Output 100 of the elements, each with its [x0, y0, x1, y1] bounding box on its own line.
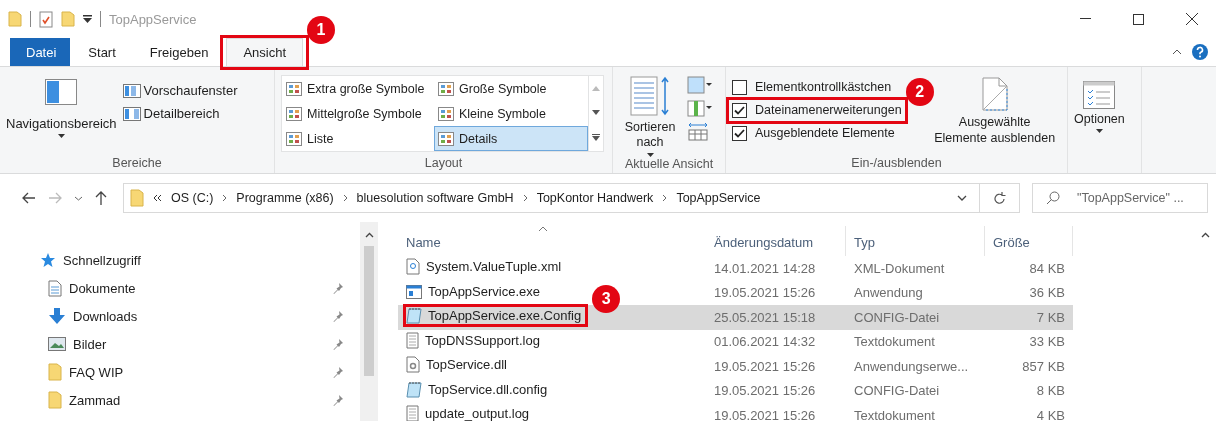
dropdown-icon[interactable]	[957, 195, 967, 201]
fit-columns-icon[interactable]	[687, 121, 709, 141]
pane-toggle[interactable]: Detailbereich	[122, 104, 238, 123]
pin-icon[interactable]	[332, 366, 344, 378]
group-label: Bereiche	[112, 156, 162, 170]
file-name: System.ValueTuple.xml	[426, 259, 562, 275]
navigation-pane-button[interactable]: Navigationsbereich	[6, 71, 117, 138]
number-badge: 1	[307, 16, 335, 44]
view-icon	[438, 106, 454, 121]
file-name: update_output.log	[425, 406, 530, 421]
folder-icon	[48, 391, 62, 409]
sidebar-item[interactable]: Dokumente	[0, 274, 360, 302]
close-icon[interactable]	[1186, 13, 1198, 25]
scroll-down-icon[interactable]	[592, 110, 600, 115]
refresh-button[interactable]	[980, 183, 1020, 213]
column-header[interactable]: Änderungsdatum	[706, 226, 846, 256]
scroll-up-icon[interactable]	[364, 232, 374, 238]
chevron-icon[interactable]	[342, 194, 348, 202]
address-bar[interactable]: OS (C:) Programme (x86) bluesolution software GmbH TopKontor Handwerk TopAppService	[123, 183, 980, 213]
pane-toggle[interactable]: Vorschaufenster	[122, 81, 238, 100]
pin-icon[interactable]	[332, 310, 344, 322]
caret-icon	[1095, 129, 1103, 133]
view-icon	[286, 81, 302, 96]
size-cell-text: 33 KB	[1028, 334, 1066, 350]
group-by-icon[interactable]	[687, 75, 713, 95]
scrollbar[interactable]	[360, 222, 378, 421]
ribbon-tab[interactable]: Datei	[10, 38, 71, 66]
breadcrumb[interactable]: TopKontor Handwerk	[536, 191, 654, 205]
view-icon	[286, 106, 302, 121]
chevron-icon[interactable]	[662, 194, 668, 202]
text-file-icon	[406, 331, 419, 349]
folder-icon	[48, 363, 62, 381]
checkbox-option[interactable]: Ausgeblendete Elemente	[732, 123, 895, 143]
search-field[interactable]: "TopAppService" ...	[1032, 183, 1208, 213]
overflow-icon[interactable]	[153, 194, 162, 202]
chevron-icon[interactable]	[522, 194, 528, 202]
collapse-ribbon-icon[interactable]	[1172, 49, 1182, 55]
size-cell-text: 8 KB	[1035, 383, 1066, 399]
type-cell-text: Textdokument	[853, 334, 936, 350]
help-icon[interactable]	[1192, 44, 1208, 60]
sort-button[interactable]: Sortieren nach	[619, 71, 681, 157]
size-cell-text: 84 KB	[1028, 260, 1066, 276]
recent-locations-icon[interactable]	[74, 195, 83, 201]
pin-icon[interactable]	[332, 394, 344, 406]
date-cell-text: 14.01.2021 14:28	[713, 260, 817, 276]
sidebar-item[interactable]: FAQ WIP	[0, 358, 360, 386]
type-cell-text: Anwendung	[853, 285, 924, 301]
navigation-pane-icon	[45, 79, 78, 105]
checkbox[interactable]	[732, 102, 747, 118]
breadcrumb[interactable]: OS (C:)	[171, 191, 214, 205]
view-icon	[438, 81, 454, 96]
dropdown-icon[interactable]	[83, 15, 92, 23]
size-cell-text: 4 KB	[1035, 407, 1066, 421]
group-label: Layout	[424, 156, 463, 170]
minimize-icon[interactable]	[1080, 18, 1091, 20]
sidebar-item[interactable]: Bilder	[0, 330, 360, 358]
pin-icon[interactable]	[332, 282, 344, 294]
maximize-icon[interactable]	[1133, 13, 1144, 25]
pin-icon[interactable]	[332, 338, 344, 350]
ribbon-tab[interactable]: Freigeben	[133, 38, 225, 66]
layout-option[interactable]: Kleine Symbole	[434, 101, 588, 126]
checkbox[interactable]	[732, 79, 747, 95]
layout-option[interactable]: Details	[434, 126, 588, 151]
gear-file-icon	[406, 356, 420, 374]
search-icon	[1046, 191, 1060, 205]
up-icon[interactable]	[95, 191, 107, 205]
ribbon-tab[interactable]: Start	[72, 38, 132, 66]
sidebar-item[interactable]: Downloads	[0, 302, 360, 330]
file-name: TopService.dll	[426, 357, 507, 373]
back-icon[interactable]	[22, 192, 36, 204]
breadcrumb[interactable]: bluesolution software GmbH	[356, 191, 514, 205]
layout-option[interactable]: Mittelgroße Symbole	[282, 101, 434, 126]
size-cell-text: 36 KB	[1028, 285, 1066, 301]
column-header[interactable]: Typ	[846, 226, 985, 256]
breadcrumb[interactable]: Programme (x86)	[236, 191, 334, 205]
breadcrumb[interactable]: TopAppService	[676, 191, 761, 205]
checkbox-option[interactable]: Dateinamenerweiterungen	[732, 100, 902, 120]
add-columns-icon[interactable]	[687, 98, 713, 118]
layout-option[interactable]: Extra große Symbole	[282, 76, 434, 101]
checkbox[interactable]	[732, 125, 747, 141]
date-cell-text: 19.05.2021 15:26	[713, 285, 817, 301]
layout-option[interactable]: Liste	[282, 126, 434, 151]
application-icon	[406, 284, 422, 299]
hide-selected-button[interactable]: Ausgewählte Elemente ausblenden	[931, 71, 1058, 146]
column-header[interactable]: Größe	[985, 226, 1073, 256]
chevron-icon[interactable]	[222, 194, 228, 202]
expand-gallery-icon[interactable]	[592, 134, 600, 142]
sidebar-item[interactable]: Zammad	[0, 386, 360, 414]
properties-icon[interactable]	[39, 10, 53, 28]
ribbon-tab[interactable]: Ansicht	[226, 38, 303, 66]
sidebar-item[interactable]: Schnellzugriff	[0, 246, 360, 274]
options-button[interactable]: Optionen	[1074, 71, 1125, 133]
caret-icon	[57, 134, 65, 138]
checkbox-option[interactable]: Elementkontrollkästchen	[732, 77, 892, 97]
layout-option[interactable]: Große Symbole	[434, 76, 588, 101]
view-icon	[438, 131, 454, 146]
window-title: TopAppService	[109, 11, 197, 27]
date-cell-text: 25.05.2021 15:18	[713, 309, 817, 325]
scroll-up-icon[interactable]	[1200, 232, 1210, 238]
column-header[interactable]: Name	[398, 226, 706, 256]
